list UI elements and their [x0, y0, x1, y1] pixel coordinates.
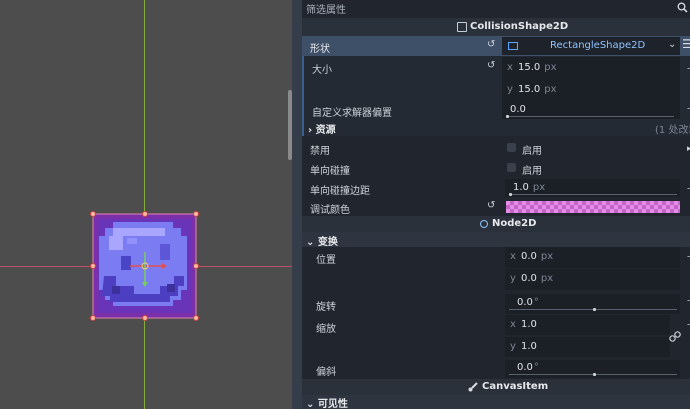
resource-change-count: (1 处改动 [655, 125, 690, 136]
rotation-value: 0.0° [517, 297, 539, 308]
rotation-field[interactable]: 0.0° [505, 294, 680, 314]
node2d-header-title: Node2D [492, 218, 537, 229]
scale-row[interactable]: 缩放 x 1.0 y 1.0 [302, 315, 690, 359]
slider-knob[interactable] [509, 193, 512, 196]
brush-icon [468, 382, 478, 392]
position-row[interactable]: 位置 x 0.0 px y 0.0 px [302, 247, 690, 293]
y-label: y [507, 84, 513, 95]
position-y-field[interactable]: y 0.0 px [505, 269, 680, 290]
collision-header-title: CollisionShape2D [470, 21, 569, 32]
y-label: y [510, 273, 516, 284]
node2d-header[interactable]: Node2D [302, 216, 690, 232]
x-label: x [510, 319, 516, 330]
resource-menu-icon[interactable]: ☰ [682, 37, 690, 51]
inspector-panel: 筛选属性 CollisionShape2D 形状 ↺ RectangleShap… [302, 0, 690, 409]
position-x-value: 0.0 px [521, 251, 554, 262]
filter-bar: 筛选属性 [302, 0, 690, 16]
skew-label: 偏斜 [316, 367, 336, 378]
slider-knob[interactable] [593, 373, 596, 376]
one-way-label: 单向碰撞 [310, 166, 350, 177]
rectangle-shape-icon [508, 42, 518, 50]
editor-viewport[interactable] [0, 0, 292, 409]
position-x-field[interactable]: x 0.0 px [505, 247, 680, 268]
revert-icon[interactable]: ↺ [487, 39, 495, 50]
slider-knob[interactable] [506, 115, 509, 118]
skew-field[interactable]: 0.0° [505, 360, 680, 378]
x-label: x [510, 251, 516, 262]
one-way-margin-field[interactable]: 1.0 px [505, 179, 680, 197]
node2d-icon [480, 220, 488, 228]
shape-resource-picker[interactable]: RectangleShape2D ⌄ [502, 37, 680, 55]
collision-node-icon [457, 22, 467, 32]
solver-bias-field[interactable]: 0.0 [502, 101, 680, 119]
canvasitem-header[interactable]: CanvasItem [302, 379, 690, 395]
rotation-row[interactable]: 旋转 0.0° [302, 293, 690, 315]
link-icon[interactable] [669, 331, 681, 343]
panel-divider[interactable] [292, 0, 302, 409]
chevron-down-icon[interactable]: ⌄ [668, 39, 676, 50]
shape-label: 形状 [310, 44, 330, 55]
shape-row[interactable]: 形状 ↺ RectangleShape2D ⌄ ☰ [302, 36, 690, 56]
solver-bias-label: 自定义求解器偏置 [312, 108, 392, 119]
disabled-enable-label: 启用 [522, 146, 542, 157]
visibility-label: ⌄ 可见性 [306, 399, 348, 409]
scale-x-field[interactable]: x 1.0 [505, 315, 670, 335]
rotation-label: 旋转 [316, 302, 336, 313]
position-label: 位置 [316, 255, 336, 266]
debug-color-row[interactable]: 调试颜色 ↺ [302, 198, 690, 216]
resource-section[interactable]: › 资源 [308, 121, 336, 136]
one-way-margin-slider[interactable] [509, 194, 677, 195]
size-label: 大小 [312, 65, 332, 76]
scale-y-field[interactable]: y 1.0 [505, 337, 670, 357]
one-way-checkbox[interactable] [507, 163, 516, 172]
collisionshape2d-header[interactable]: CollisionShape2D [302, 18, 690, 36]
search-icon[interactable] [677, 2, 688, 13]
one-way-enable-label: 启用 [522, 166, 542, 177]
one-way-margin-label: 单向碰撞边距 [310, 186, 370, 197]
slime-sprite[interactable] [0, 0, 292, 409]
shape-value: RectangleShape2D [550, 40, 646, 51]
scale-label: 缩放 [316, 324, 336, 335]
one-way-margin-value: 1.0 px [513, 182, 546, 193]
debug-color-swatch[interactable] [506, 201, 680, 213]
debug-color-label: 调试颜色 [310, 205, 350, 216]
transform-label: ⌄ 变换 [306, 237, 338, 248]
one-way-margin-row[interactable]: 单向碰撞边距 1.0 px [302, 178, 690, 198]
x-label: x [507, 62, 513, 73]
canvasitem-header-title: CanvasItem [482, 381, 549, 392]
size-x-value: 15.0 px [518, 62, 557, 73]
scale-x-value: 1.0 [521, 319, 537, 330]
visibility-section[interactable]: ⌄ 可见性 [302, 395, 690, 409]
filter-input[interactable]: 筛选属性 [306, 1, 346, 16]
size-x-field[interactable]: x 15.0 px [502, 57, 680, 79]
size-y-field[interactable]: y 15.0 px [502, 79, 680, 101]
revert-icon[interactable]: ↺ [487, 60, 495, 71]
scale-y-value: 1.0 [521, 341, 537, 352]
size-y-value: 15.0 px [518, 84, 557, 95]
shape-subresource-panel: 大小 ↺ x 15.0 px y 15.0 px 自定义求解器偏置 0.0 › 资源… [302, 56, 690, 136]
one-way-row[interactable]: 单向碰撞 启用 [302, 158, 690, 178]
solver-bias-value: 0.0 [510, 104, 526, 115]
disabled-label: 禁用 [310, 146, 330, 157]
solver-bias-slider[interactable] [506, 116, 674, 117]
slider-knob[interactable] [593, 308, 596, 311]
disabled-checkbox[interactable] [507, 143, 516, 152]
transform-section[interactable]: ⌄ 变换 [302, 232, 690, 248]
disabled-row[interactable]: 禁用 启用 [302, 138, 690, 158]
skew-value: 0.0° [517, 362, 539, 373]
skew-row[interactable]: 偏斜 0.0° [302, 359, 690, 379]
position-y-value: 0.0 px [521, 273, 554, 284]
y-label: y [510, 341, 516, 352]
revert-icon[interactable]: ↺ [487, 200, 495, 211]
